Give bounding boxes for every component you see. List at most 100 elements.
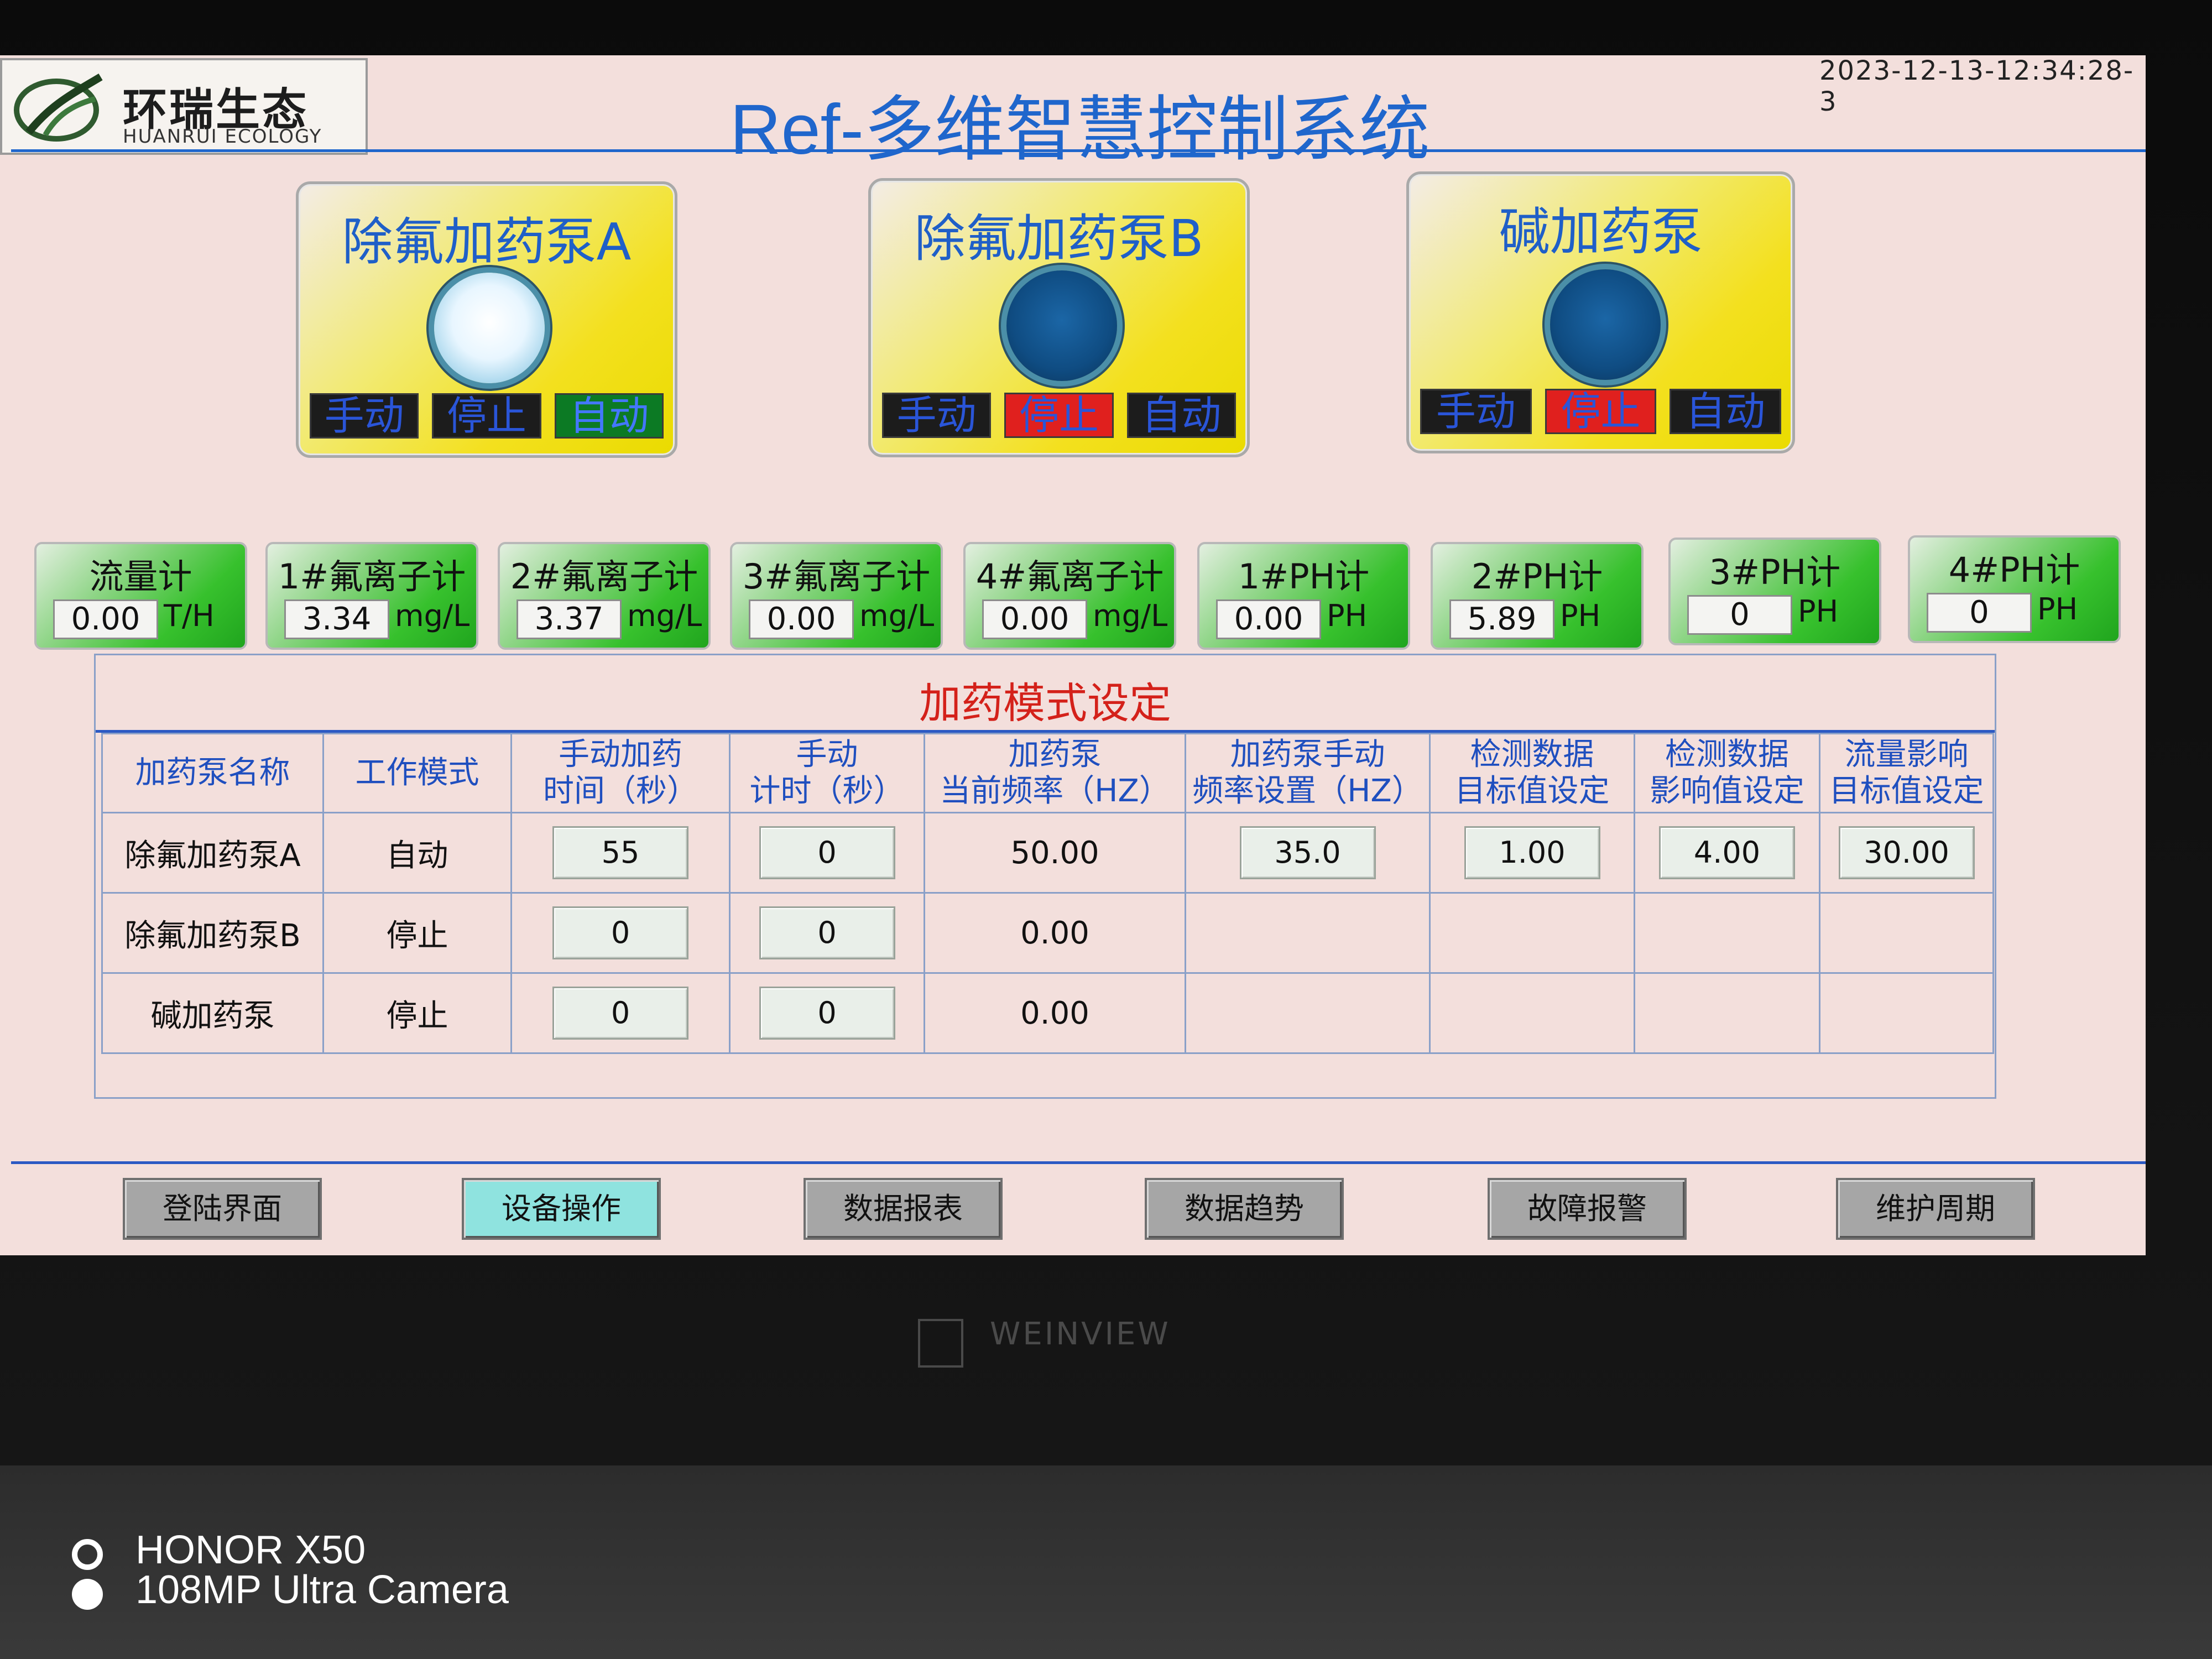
watermark-ring-icon — [72, 1539, 103, 1570]
meter-value: 5.89 — [1449, 599, 1554, 639]
meter-unit: T/H — [164, 598, 215, 633]
meter-ph-1: 1#PH计 0.00 PH — [1197, 542, 1410, 650]
col-header-flow-target: 流量影响 目标值设定 — [1819, 733, 1994, 813]
current-frequency-cell: 50.00 — [924, 812, 1186, 894]
table-row: 除氟加药泵A 自动 55 0 50.00 35.0 1.00 4.00 30.0… — [101, 812, 1994, 894]
hmi-screen: 环瑞生态 HUANRUI ECOLOGY Ref-多维智慧控制系统 2023-1… — [0, 55, 2146, 1255]
empty-cell — [1634, 892, 1820, 974]
pump-b-title: 除氟加药泵B — [914, 209, 1204, 268]
empty-cell — [1429, 892, 1635, 974]
meter-fluoride-3: 3#氟离子计 0.00 mg/L — [730, 542, 943, 650]
manual-time-input[interactable]: 55 — [552, 826, 688, 879]
meter-fluoride-2: 2#氟离子计 3.37 mg/L — [498, 542, 711, 650]
meter-unit: PH — [1327, 598, 1368, 633]
meter-value: 0.00 — [53, 599, 158, 639]
meter-unit: PH — [1798, 594, 1839, 629]
empty-cell — [1185, 972, 1431, 1054]
meter-value: 0.00 — [749, 599, 854, 639]
nav-device-operation-button[interactable]: 设备操作 — [462, 1178, 661, 1240]
nav-data-report-button[interactable]: 数据报表 — [804, 1178, 1003, 1240]
pump-name-cell: 除氟加药泵A — [101, 812, 324, 894]
meter-label: 流量计 — [89, 556, 192, 597]
empty-cell — [1634, 972, 1820, 1054]
work-mode-cell: 停止 — [322, 892, 512, 974]
pump-a-manual-button[interactable]: 手动 — [310, 393, 419, 439]
header-divider — [11, 149, 2146, 152]
col-header-current-frequency: 加药泵 当前频率（HZ） — [924, 733, 1186, 813]
dosing-mode-panel: 加药模式设定 加药泵名称 工作模式 手动加药 时间（秒） 手动 计时（秒） 加药泵当… — [94, 654, 1996, 1099]
table-row: 除氟加药泵B 停止 0 0 0.00 — [101, 892, 1994, 974]
manual-time-input[interactable]: 0 — [552, 987, 688, 1040]
col-header-work-mode: 工作模式 — [322, 733, 512, 813]
meter-ph-2: 2#PH计 5.89 PH — [1431, 542, 1644, 650]
frequency-setting-input[interactable]: 35.0 — [1239, 826, 1376, 879]
nav-fault-alarm-button[interactable]: 故障报警 — [1488, 1178, 1687, 1240]
watermark-dot-icon — [72, 1579, 103, 1610]
alkali-pump-stop-button[interactable]: 停止 — [1545, 389, 1657, 434]
dosing-mode-table: 加药泵名称 工作模式 手动加药 时间（秒） 手动 计时（秒） 加药泵 当前频率（HZ）… — [101, 733, 1994, 1054]
meter-unit: mg/L — [627, 598, 702, 633]
flow-target-input[interactable]: 30.00 — [1838, 826, 1975, 879]
empty-cell — [1819, 972, 1994, 1054]
meter-value: 0 — [1927, 593, 2032, 633]
col-header-manual-time: 手动加药 时间（秒） — [510, 733, 731, 813]
nav-login-button[interactable]: 登陆界面 — [123, 1178, 322, 1240]
pump-a-status-lamp-icon — [434, 273, 545, 383]
company-logo: 环瑞生态 HUANRUI ECOLOGY — [0, 58, 368, 155]
meter-flow: 流量计 0.00 T/H — [34, 542, 247, 650]
watermark-line2: 108MP Ultra Camera — [135, 1568, 509, 1612]
page-title: Ref-多维智慧控制系统 — [730, 90, 1430, 169]
manual-timer-display[interactable]: 0 — [759, 826, 895, 879]
current-frequency-cell: 0.00 — [924, 972, 1186, 1054]
dosing-mode-title: 加药模式设定 — [919, 679, 1171, 728]
meter-label: 2#PH计 — [1471, 556, 1603, 597]
brand-logo-icon — [918, 1319, 963, 1368]
work-mode-cell: 停止 — [322, 972, 512, 1054]
nav-data-trend-button[interactable]: 数据趋势 — [1145, 1178, 1344, 1240]
alkali-pump-auto-button[interactable]: 自动 — [1670, 389, 1782, 434]
pump-b-auto-button[interactable]: 自动 — [1126, 393, 1236, 438]
alkali-pump-status-lamp-icon — [1550, 269, 1661, 380]
meter-value: 0.00 — [1216, 599, 1321, 639]
table-header-row: 加药泵名称 工作模式 手动加药 时间（秒） 手动 计时（秒） 加药泵 当前频率（HZ）… — [101, 733, 1994, 813]
datetime-display: 2023-12-13-12:34:28-3 — [1819, 55, 2135, 117]
empty-cell — [1429, 972, 1635, 1054]
nav-maintenance-cycle-button[interactable]: 维护周期 — [1836, 1178, 2035, 1240]
influence-value-input[interactable]: 4.00 — [1659, 826, 1795, 879]
col-header-pump-name: 加药泵名称 — [101, 733, 324, 813]
meter-label: 4#PH计 — [1948, 550, 2080, 590]
manual-timer-display[interactable]: 0 — [759, 987, 895, 1040]
logo-text-en: HUANRUI ECOLOGY — [123, 126, 322, 148]
meter-unit: mg/L — [395, 598, 470, 633]
pump-name-cell: 碱加药泵 — [101, 972, 324, 1054]
col-header-manual-timer: 手动 计时（秒） — [729, 733, 925, 813]
meter-ph-3: 3#PH计 0 PH — [1668, 538, 1881, 645]
meter-ph-4: 4#PH计 0 PH — [1908, 535, 2121, 643]
meter-label: 1#氟离子计 — [278, 556, 466, 597]
pump-panel-alkali: 碱加药泵 手动 停止 自动 — [1406, 171, 1795, 453]
meter-value: 0 — [1687, 595, 1792, 635]
logo-mark-icon — [14, 73, 103, 142]
pump-panel-b: 除氟加药泵B 手动 停止 自动 — [868, 178, 1250, 457]
table-row: 碱加药泵 停止 0 0 0.00 — [101, 972, 1994, 1054]
meter-fluoride-1: 1#氟离子计 3.34 mg/L — [265, 542, 478, 650]
meter-label: 3#PH计 — [1709, 552, 1841, 592]
manual-time-input[interactable]: 0 — [552, 906, 688, 959]
meter-value: 3.34 — [284, 599, 389, 639]
bezel-brand: WEINVIEW — [990, 1316, 1171, 1352]
meter-unit: mg/L — [1093, 598, 1168, 633]
meter-value: 3.37 — [517, 599, 622, 639]
target-value-input[interactable]: 1.00 — [1464, 826, 1600, 879]
pump-b-manual-button[interactable]: 手动 — [882, 393, 992, 438]
pump-panel-a: 除氟加药泵A 手动 停止 自动 — [296, 181, 677, 458]
meter-label: 4#氟离子计 — [975, 556, 1164, 597]
pump-b-stop-button[interactable]: 停止 — [1004, 393, 1114, 438]
meter-fluoride-4: 4#氟离子计 0.00 mg/L — [963, 542, 1176, 650]
alkali-pump-manual-button[interactable]: 手动 — [1420, 389, 1532, 434]
pump-a-auto-button[interactable]: 自动 — [554, 393, 664, 439]
col-header-target-value: 检测数据 目标值设定 — [1429, 733, 1635, 813]
work-mode-cell: 自动 — [322, 812, 512, 894]
pump-a-stop-button[interactable]: 停止 — [432, 393, 541, 439]
meter-unit: mg/L — [859, 598, 935, 633]
manual-timer-display[interactable]: 0 — [759, 906, 895, 959]
